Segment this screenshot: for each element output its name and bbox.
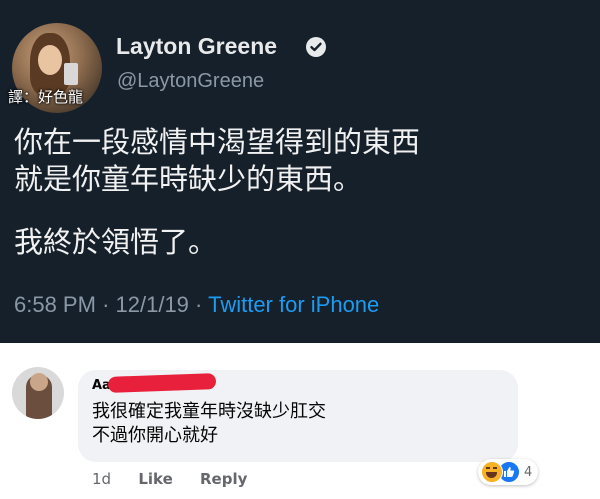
comment-text-line: 我很確定我童年時沒缺少肛交 [92, 401, 326, 422]
avatar-head [30, 373, 48, 391]
reaction-count: 4 [524, 464, 533, 480]
comment-time[interactable]: 1d [92, 470, 111, 488]
reaction-summary[interactable]: 4 [478, 459, 539, 485]
like-button[interactable]: Like [138, 470, 172, 488]
reply-button[interactable]: Reply [200, 470, 247, 488]
comment-text-line: 不過你開心就好 [92, 425, 218, 446]
tweet-time: 6:58 PM [14, 292, 96, 317]
tweet-date[interactable]: 12/1/19 [116, 292, 189, 317]
tweet-text: 你在一段感情中渴望得到的東西 就是你童年時缺少的東西。 我終於領悟了。 [14, 124, 594, 261]
commenter-avatar[interactable] [12, 367, 64, 419]
tweet-display-name[interactable]: Layton Greene [116, 33, 277, 60]
translator-credit: 譯：好色龍 [8, 88, 84, 106]
comment-actions: 1d Like Reply [92, 470, 269, 488]
tweet-card: 譯：好色龍 Layton Greene @LaytonGreene 你在一段感情… [0, 0, 600, 343]
haha-icon [481, 461, 503, 483]
tweet-handle[interactable]: @LaytonGreene [117, 70, 264, 93]
verified-badge-icon [306, 37, 326, 57]
tweet-text-line: 就是你童年時缺少的東西。 [14, 162, 363, 196]
tweet-meta: 6:58 PM · 12/1/19 · Twitter for iPhone [14, 292, 379, 318]
meta-separator: · [102, 292, 110, 317]
tweet-text-line: 你在一段感情中渴望得到的東西 [14, 125, 421, 159]
avatar-face [38, 45, 62, 75]
comment-text: 我很確定我童年時沒缺少肛交 不過你開心就好 [92, 400, 326, 448]
tweet-source-link[interactable]: Twitter for iPhone [208, 292, 379, 317]
meta-separator: · [195, 292, 203, 317]
avatar-phone [64, 63, 78, 85]
tweet-text-line: 我終於領悟了。 [14, 225, 218, 259]
